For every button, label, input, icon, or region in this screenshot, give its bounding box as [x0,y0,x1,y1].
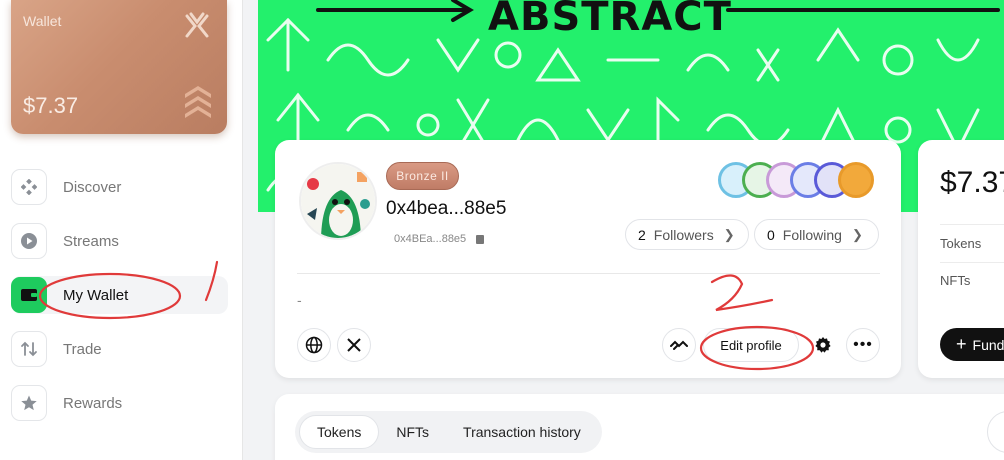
divider [940,262,1004,263]
sidebar-nav: Discover Streams My Wallet Trade Rewards [11,168,228,438]
followers-count: 2 [638,226,646,243]
total-balance: $7.37 [940,166,1004,199]
diamond-grid-icon [11,169,47,205]
achievement-badge-icon[interactable] [838,162,874,198]
more-dots-icon: ••• [853,336,873,353]
wave-link-icon [670,340,688,350]
sidebar-item-label: Discover [63,178,122,196]
abstract-logo-icon [185,12,209,38]
tab-transaction-history[interactable]: Transaction history [446,415,598,449]
rank-chevrons-icon [185,86,211,118]
fund-label: Fund [972,336,1004,353]
copy-icon[interactable] [476,234,485,244]
following-label: Following [782,226,842,243]
sidebar-item-label: My Wallet [63,286,129,304]
profile-bio: - [297,292,302,308]
balance-card: $7.37 Tokens NFTs + Fund [918,140,1004,378]
edit-profile-button[interactable]: Edit profile [703,328,799,362]
sidebar-item-trade[interactable]: Trade [11,330,228,368]
more-options-button[interactable]: ••• [846,328,880,362]
wallet-icon [11,277,47,313]
x-twitter-button[interactable] [337,328,371,362]
share-button[interactable] [662,328,696,362]
wallet-card[interactable]: Wallet $7.37 [11,0,227,134]
x-logo-icon [347,338,361,352]
fund-button[interactable]: + Fund [940,328,1004,361]
sidebar-item-label: Trade [63,340,102,358]
sidebar-item-rewards[interactable]: Rewards [11,384,228,422]
divider [940,224,1004,225]
star-icon [11,385,47,421]
play-icon [11,223,47,259]
swap-arrows-icon [11,331,47,367]
sidebar: Wallet $7.37 Discover Streams My Wallet … [0,0,243,460]
divider [297,273,880,274]
profile-avatar[interactable] [299,162,377,240]
profile-card: Bronze II 0x4bea...88e5 0x4BEa...88e5 2 … [275,140,901,378]
tab-tokens[interactable]: Tokens [299,415,380,449]
globe-icon [305,336,323,354]
tab-nfts[interactable]: NFTs [379,415,446,449]
sidebar-item-streams[interactable]: Streams [11,222,228,260]
profile-username: 0x4bea...88e5 [386,198,507,219]
panel-action-button[interactable] [987,411,1004,453]
followers-button[interactable]: 2 Followers ❯ [625,219,749,250]
banner-title: ABSTRACT [488,0,732,40]
wallet-address-text: 0x4BEa...88e5 [394,233,467,245]
wallet-address: 0x4BEa...88e5 [394,233,485,245]
chevron-right-icon: ❯ [851,226,863,242]
sidebar-item-label: Rewards [63,394,123,412]
wallet-balance: $7.37 [23,93,79,118]
sidebar-item-label: Streams [63,232,119,250]
website-button[interactable] [297,328,331,362]
assets-panel: Tokens NFTs Transaction history [275,394,1004,460]
achievement-badges [718,162,878,200]
plus-icon: + [956,334,967,354]
sidebar-item-my-wallet[interactable]: My Wallet [11,276,228,314]
followers-label: Followers [653,226,714,243]
assets-tabs: Tokens NFTs Transaction history [295,411,602,453]
tokens-row-label: Tokens [940,236,982,251]
wallet-card-title: Wallet [23,13,62,29]
settings-button[interactable] [806,328,840,362]
chevron-right-icon: ❯ [723,226,735,242]
following-count: 0 [767,226,775,243]
rank-badge: Bronze II [386,162,459,190]
following-button[interactable]: 0 Following ❯ [754,219,879,250]
nfts-row-label: NFTs [940,273,971,288]
gear-icon [815,337,831,353]
sidebar-item-discover[interactable]: Discover [11,168,228,206]
